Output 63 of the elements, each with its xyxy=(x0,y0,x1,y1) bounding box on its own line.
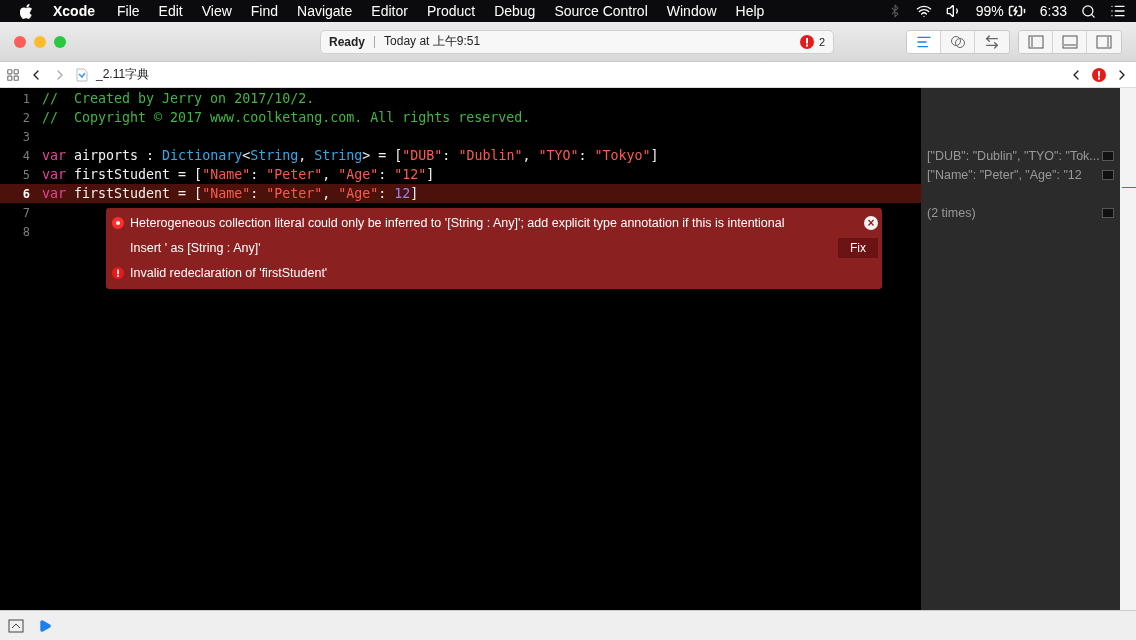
issue-count[interactable]: 2 xyxy=(818,35,825,48)
panel-icon xyxy=(1095,33,1113,50)
menu-item[interactable]: Window xyxy=(666,3,717,19)
file-name[interactable]: _2.11字典 xyxy=(96,66,150,83)
code-line: // Copyright © 2017 www.coolketang.com. All rights reserved. xyxy=(42,110,531,125)
result-text: ["DUB": "Dublin", "TYO": "Tok... xyxy=(927,148,1101,163)
list-icon[interactable] xyxy=(1110,3,1126,19)
play-icon[interactable] xyxy=(38,618,52,633)
quick-look-icon[interactable] xyxy=(1102,169,1114,180)
result-text: ["Name": "Peter", "Age": "12 xyxy=(927,167,1083,182)
menu-item[interactable]: View xyxy=(201,3,232,19)
line-number: 8 xyxy=(21,224,30,239)
panel-icon xyxy=(1060,33,1079,50)
error-icon xyxy=(112,266,124,279)
line-number: 6 xyxy=(21,186,30,201)
code-line: // Created by Jerry on 2017/10/2. xyxy=(42,91,315,106)
result-text: (2 times) xyxy=(927,205,977,220)
menu-item[interactable]: Editor xyxy=(371,3,408,19)
menu-item[interactable]: Debug xyxy=(494,3,536,19)
timestamp: Today at 上午9:51 xyxy=(384,33,481,50)
menu-item[interactable]: Xcode xyxy=(53,3,95,19)
status-text: Ready xyxy=(329,34,366,49)
search-icon[interactable] xyxy=(1081,3,1096,19)
panel-icon xyxy=(1026,33,1045,50)
clock[interactable]: 6:33 xyxy=(1039,3,1067,19)
menu-item[interactable]: Find xyxy=(250,3,279,19)
code-line: var firstStudent = ["Name": "Peter", "Age": "12"] xyxy=(42,167,435,182)
line-number: 5 xyxy=(21,167,30,182)
line-number: 3 xyxy=(21,129,30,144)
wifi-icon[interactable] xyxy=(915,3,932,19)
menu-item[interactable]: Edit xyxy=(158,3,183,19)
menu-item[interactable]: File xyxy=(117,3,140,19)
grid-icon[interactable] xyxy=(6,67,20,82)
error-dot-icon xyxy=(112,216,124,229)
line-number: 2 xyxy=(21,110,30,125)
error-icon xyxy=(799,34,814,49)
code-line: var firstStudent = ["Name": "Peter", "Age": 12] xyxy=(42,186,419,201)
file-icon xyxy=(76,67,88,82)
menu-item[interactable]: Navigate xyxy=(297,3,353,19)
quick-look-icon[interactable] xyxy=(1102,207,1114,218)
error-marker xyxy=(1122,187,1136,188)
battery-percent: 99% xyxy=(975,3,1004,19)
apple-icon[interactable] xyxy=(20,3,33,19)
close-button[interactable] xyxy=(14,35,26,48)
issue-message: Insert ' as [String : Any]' xyxy=(130,240,261,255)
code-line: var airports : Dictionary<String, String> = ["DUB": "Dublin", "TYO": "Tokyo"] xyxy=(42,148,659,163)
issue-message: Heterogeneous collection literal could only be inferred to '[String : Any]'; add explicit type annotation if this is intentional xyxy=(130,215,785,230)
menu-item[interactable]: Product xyxy=(426,3,476,19)
editor-mode-button[interactable] xyxy=(907,30,941,53)
menu-item[interactable]: Help xyxy=(735,3,765,19)
line-number: 7 xyxy=(21,205,30,220)
close-button[interactable]: × xyxy=(864,215,878,230)
line-number: 4 xyxy=(21,148,30,163)
error-icon[interactable] xyxy=(1092,67,1106,82)
quick-look-icon[interactable] xyxy=(1102,150,1114,161)
issue-message: Invalid redeclaration of 'firstStudent' xyxy=(130,265,328,280)
fix-button[interactable]: Fix xyxy=(838,237,878,258)
menu-item[interactable]: Source Control xyxy=(554,3,648,19)
panel-toggle-button[interactable] xyxy=(1019,30,1053,53)
line-number: 1 xyxy=(21,91,30,106)
overlapping-circles-icon xyxy=(949,33,966,50)
hide-panel-icon[interactable] xyxy=(8,618,24,633)
arrows-icon xyxy=(984,33,1000,50)
